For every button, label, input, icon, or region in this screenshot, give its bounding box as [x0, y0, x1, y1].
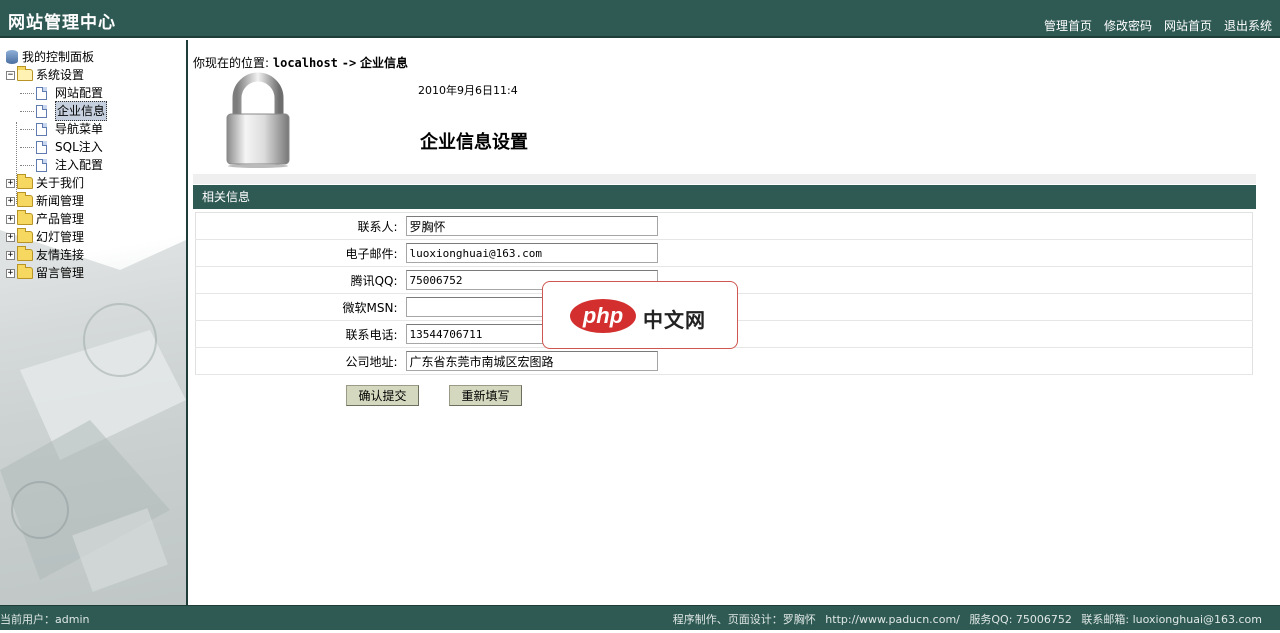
tree-item-nav-menu[interactable]: 导航菜单 [6, 120, 107, 138]
tree-item-sql-injection[interactable]: SQL注入 [6, 138, 107, 156]
document-icon [36, 158, 47, 172]
folder-open-icon [17, 66, 33, 81]
control-panel-tree: 我的控制面板 − 系统设置 网站配置 企业信息 导航菜单 SQL注入 注入配置 [6, 48, 108, 282]
folder-icon [17, 228, 33, 243]
tree-group-about[interactable]: + 关于我们 [6, 174, 107, 192]
sidebar: 我的控制面板 − 系统设置 网站配置 企业信息 导航菜单 SQL注入 注入配置 [0, 40, 188, 605]
address-label: 公司地址: [195, 347, 406, 375]
expand-icon[interactable]: + [6, 214, 15, 224]
credits-text: 程序制作、页面设计：罗胸怀 [672, 613, 816, 626]
qq-label: 腾讯QQ: [195, 266, 406, 294]
msn-label: 微软MSN: [195, 293, 406, 321]
tree-group-messages[interactable]: + 留言管理 [6, 264, 107, 282]
site-title: 网站管理中心 [8, 13, 116, 33]
reset-button[interactable]: 重新填写 [449, 385, 522, 406]
form-row-email: 电子邮件: [195, 239, 1253, 267]
contact-input[interactable] [405, 216, 658, 236]
tree-root[interactable]: 我的控制面板 [6, 48, 107, 66]
padlock-icon [226, 72, 290, 168]
nav-site-home-link[interactable]: 网站首页 [1164, 17, 1212, 34]
tree-group-label: 关于我们 [36, 176, 85, 190]
collapse-icon[interactable]: − [6, 70, 15, 80]
nav-admin-home-link[interactable]: 管理首页 [1044, 17, 1092, 34]
page-title: 企业信息设置 [420, 132, 528, 153]
tree-group-slides[interactable]: + 幻灯管理 [6, 228, 107, 246]
document-icon [36, 86, 47, 100]
tree-item-site-config[interactable]: 网站配置 [6, 84, 107, 102]
tree-group-system-settings[interactable]: − 系统设置 [6, 66, 107, 84]
footer-credits: 程序制作、页面设计：罗胸怀 http://www.paducn.com/ 服务Q… [667, 606, 1262, 633]
credits-url: http://www.paducn.com/ [825, 613, 960, 626]
breadcrumb-current-page: 企业信息 [360, 56, 409, 70]
tree-group-news[interactable]: + 新闻管理 [6, 192, 107, 210]
contact-label: 联系人: [195, 212, 406, 240]
database-icon [6, 50, 18, 64]
document-icon [36, 122, 47, 136]
tree-item-label: 注入配置 [55, 158, 104, 172]
folder-icon [17, 192, 33, 207]
tree-group-label: 系统设置 [36, 68, 85, 82]
address-input[interactable] [405, 351, 658, 371]
submit-button[interactable]: 确认提交 [346, 385, 419, 406]
tree-group-label: 新闻管理 [36, 194, 85, 208]
tree-item-label: 导航菜单 [55, 122, 104, 136]
tree-item-label: 网站配置 [55, 86, 104, 100]
folder-icon [17, 264, 33, 279]
document-icon [36, 104, 47, 118]
breadcrumb-arrow: -> [341, 56, 357, 70]
tree-group-links[interactable]: + 友情连接 [6, 246, 107, 264]
email-input[interactable] [405, 243, 658, 263]
tree-group-label: 产品管理 [36, 212, 85, 226]
nav-change-password-link[interactable]: 修改密码 [1104, 17, 1152, 34]
watermark-logo-text: php [582, 303, 624, 328]
tree-item-injection-config[interactable]: 注入配置 [6, 156, 107, 174]
tree-group-label: 留言管理 [36, 266, 85, 280]
breadcrumb-host: localhost [272, 56, 338, 70]
service-qq: 服务QQ: 75006752 [969, 613, 1072, 626]
breadcrumb-prefix: 你现在的位置: [193, 56, 270, 70]
footer: 当前用户：admin 程序制作、页面设计：罗胸怀 http://www.padu… [0, 605, 1280, 630]
tree-item-company-info[interactable]: 企业信息 [6, 101, 108, 121]
section-header: 相关信息 [193, 185, 1256, 209]
nav-logout-link[interactable]: 退出系统 [1224, 17, 1272, 34]
expand-icon[interactable]: + [6, 250, 15, 260]
current-user: 当前用户：admin [0, 613, 90, 626]
folder-icon [17, 246, 33, 261]
document-icon [36, 140, 47, 154]
breadcrumb: 你现在的位置: localhost -> 企业信息 [193, 54, 408, 71]
expand-icon[interactable]: + [6, 268, 15, 278]
current-date: 2010年9月6日11:4 [418, 84, 518, 97]
folder-icon [17, 174, 33, 189]
divider-band [193, 174, 1256, 184]
top-nav: 管理首页 修改密码 网站首页 退出系统 [1044, 17, 1272, 34]
contact-email: 联系邮箱: luoxionghuai@163.com [1081, 613, 1262, 626]
tree-root-label: 我的控制面板 [22, 50, 95, 64]
phone-label: 联系电话: [195, 320, 406, 348]
form-actions: 确认提交 重新填写 [346, 385, 522, 406]
tree-group-label: 友情连接 [36, 248, 85, 262]
expand-icon[interactable]: + [6, 232, 15, 242]
folder-icon [17, 210, 33, 225]
php-cn-watermark: php 中文网 [542, 281, 738, 349]
expand-icon[interactable]: + [6, 196, 15, 206]
tree-group-label: 幻灯管理 [36, 230, 85, 244]
tree-item-label-selected: 企业信息 [55, 101, 108, 121]
form-row-contact: 联系人: [195, 212, 1253, 240]
top-header: 网站管理中心 管理首页 修改密码 网站首页 退出系统 [0, 0, 1280, 38]
form-row-address: 公司地址: [195, 347, 1253, 375]
email-label: 电子邮件: [195, 239, 406, 267]
tree-item-label: SQL注入 [55, 140, 103, 154]
expand-icon[interactable]: + [6, 178, 15, 188]
watermark-text: 中文网 [643, 308, 706, 332]
tree-group-products[interactable]: + 产品管理 [6, 210, 107, 228]
